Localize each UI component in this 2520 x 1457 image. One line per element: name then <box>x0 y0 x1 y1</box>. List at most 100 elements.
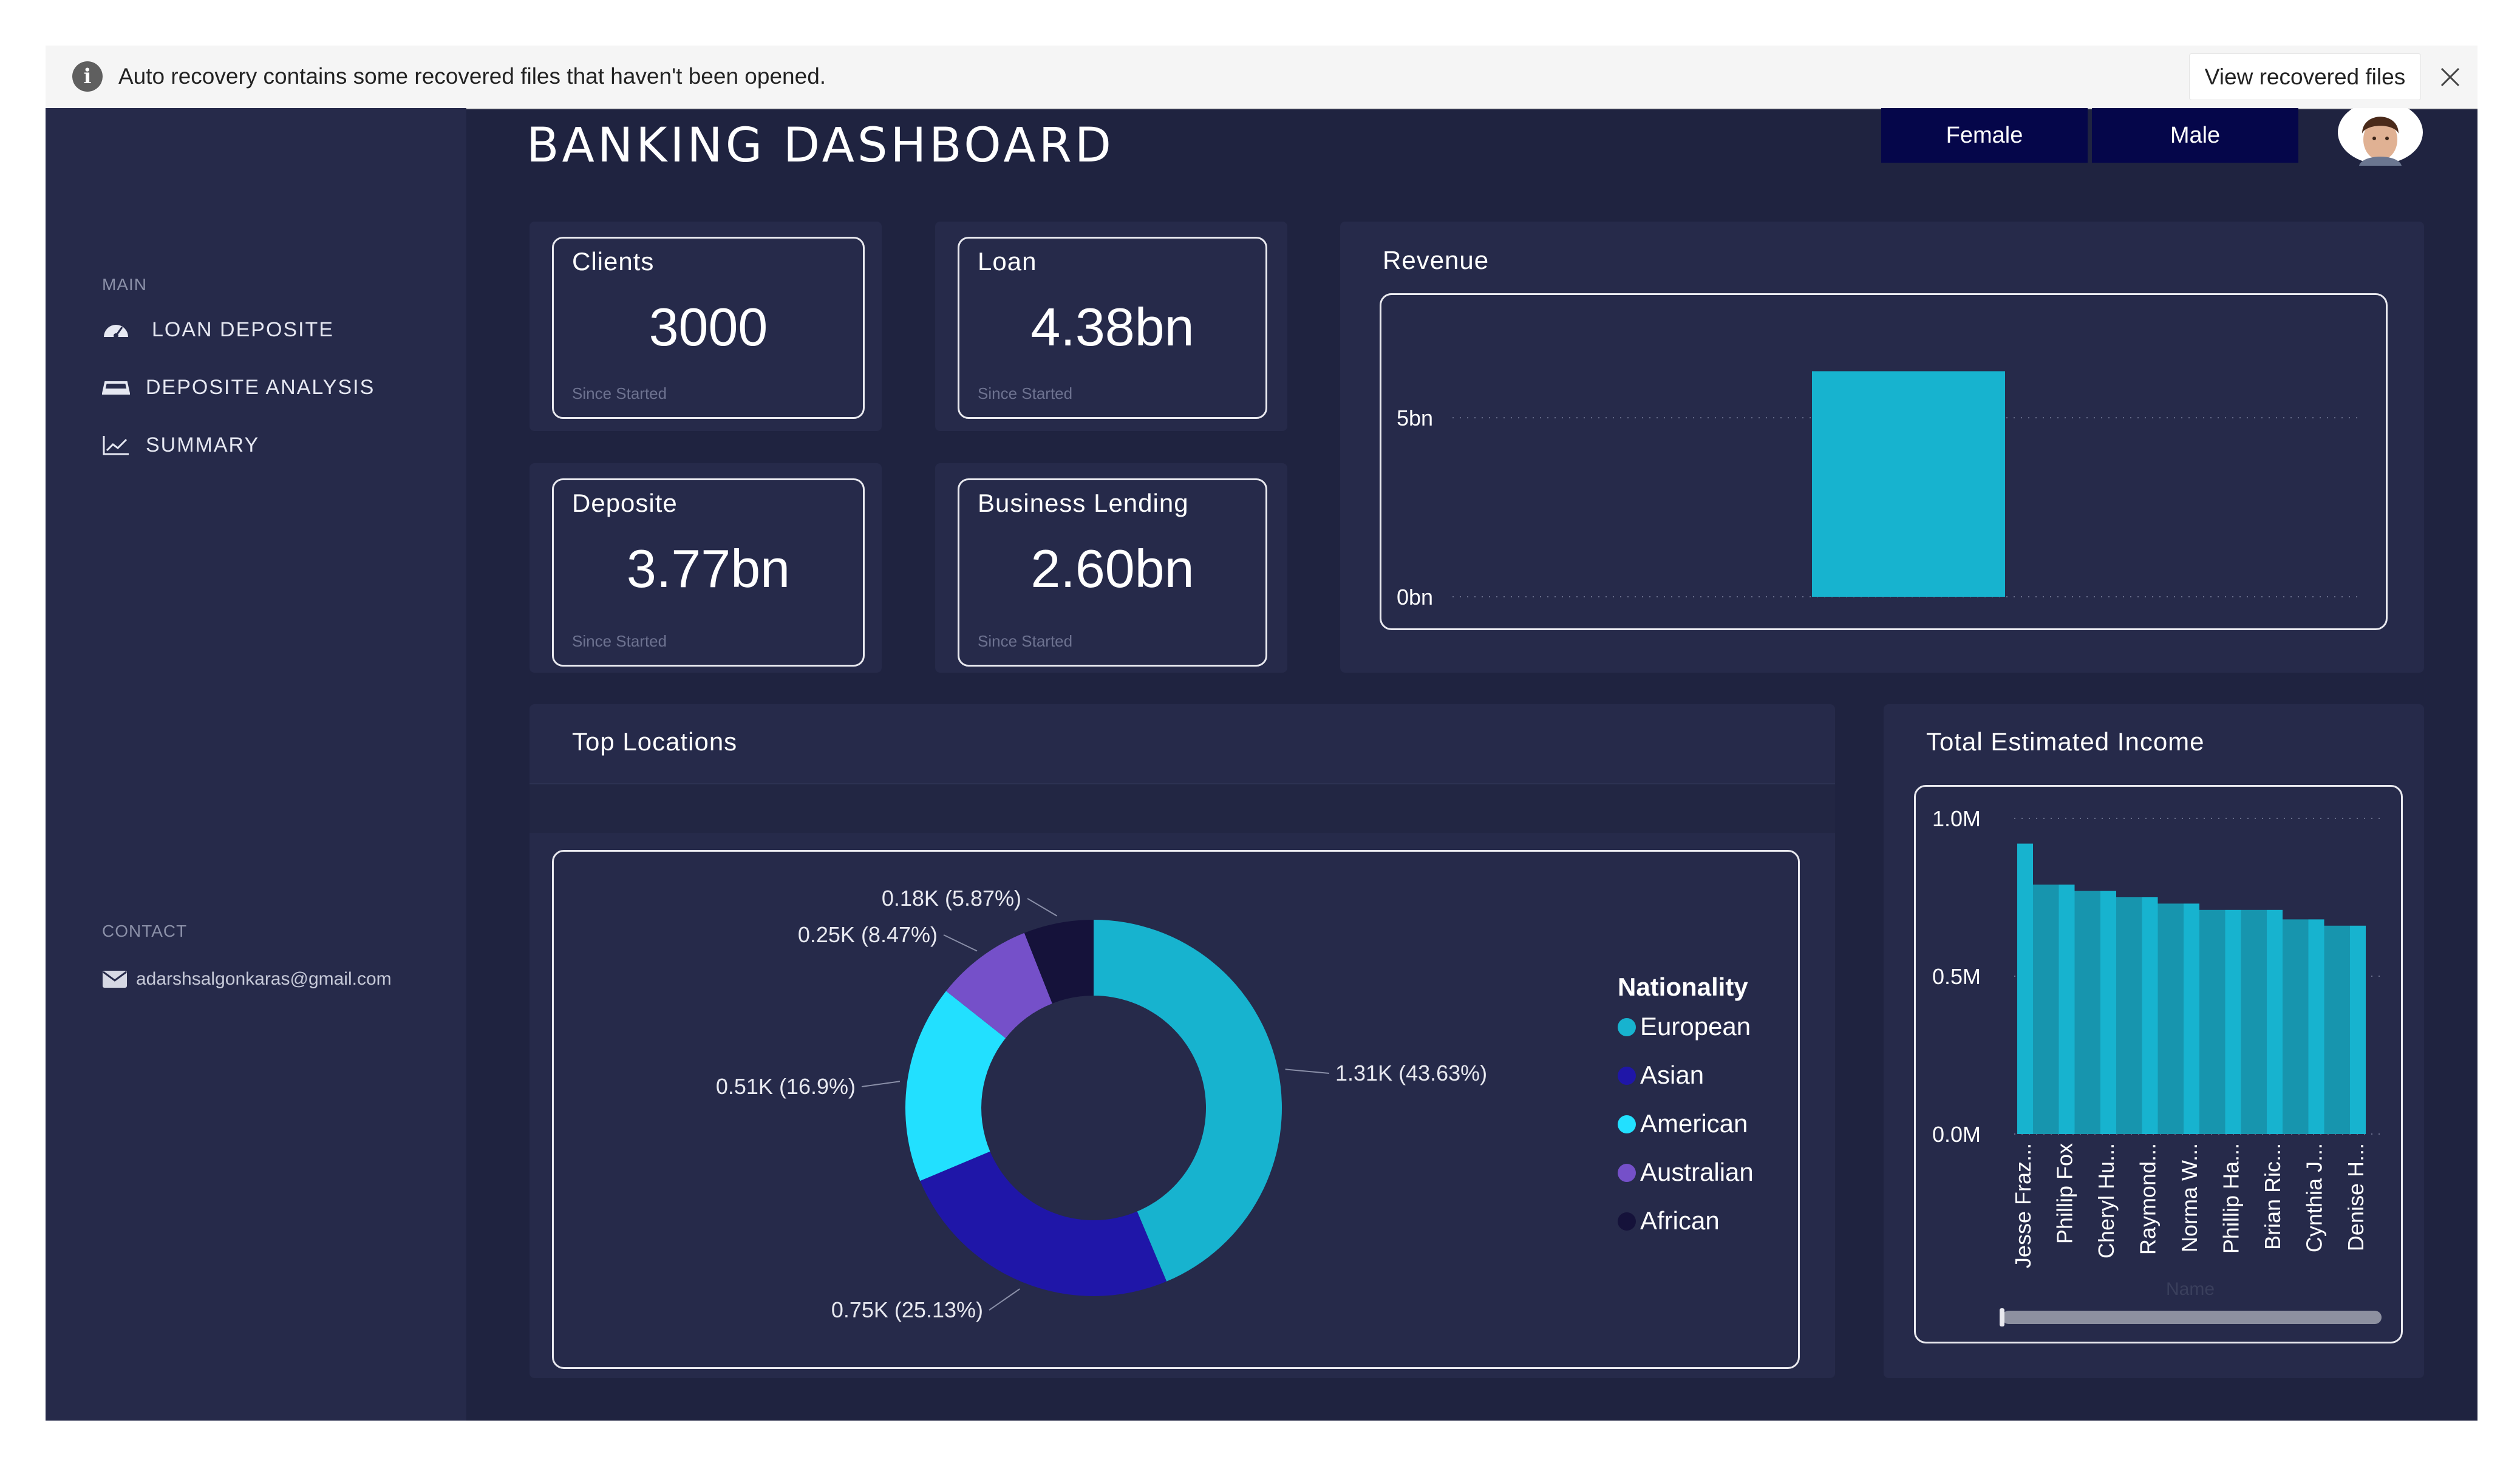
contact-email-text: adarshsalgonkaras@gmail.com <box>136 969 392 989</box>
legend-marker <box>1618 1067 1636 1085</box>
data-label-leader <box>1285 1068 1330 1074</box>
kpi-label: Clients <box>572 247 655 276</box>
notification-message: Auto recovery contains some recovered fi… <box>118 64 826 89</box>
horizontal-scrollbar[interactable] <box>2002 1311 2382 1324</box>
donut-data-label: 0.51K (16.9%) <box>716 1074 856 1099</box>
y-tick-label: 0.0M <box>1932 1122 1981 1147</box>
sidebar-contact-heading: CONTACT <box>102 922 188 940</box>
kpi-label: Loan <box>978 247 1037 276</box>
dashboard-gauge-icon <box>104 325 128 338</box>
revenue-chart: 0bn 5bn <box>1380 293 2388 630</box>
kpi-subtitle: Since Started <box>572 384 667 402</box>
filter-male-button[interactable]: Male <box>2092 108 2298 163</box>
kpi-subtitle: Since Started <box>572 632 667 650</box>
data-label-leader <box>1027 898 1058 917</box>
x-tick-label: Raymond... <box>2136 1143 2161 1255</box>
total-income-chart: 0.0M 0.5M 1.0M Jesse Fraz... Phillip Fox Cher… <box>1914 785 2403 1343</box>
donut-data-label: 0.18K (5.87%) <box>882 886 1021 911</box>
x-axis-title: Name <box>2166 1279 2215 1299</box>
revenue-panel: Revenue 0bn 5bn <box>1340 222 2424 673</box>
page-title: BANKING DASHBOARD <box>526 118 1114 173</box>
x-tick-label: Brian Ric... <box>2260 1143 2285 1250</box>
kpi-card-frame: Clients 3000 Since Started <box>552 237 865 419</box>
inbox-tray-icon <box>102 381 130 395</box>
app-window: i Auto recovery contains some recovered … <box>46 46 2477 1421</box>
income-area-fill <box>2199 909 2225 1134</box>
kpi-card-frame: Deposite 3.77bn Since Started <box>552 478 865 667</box>
income-bar[interactable] <box>2142 897 2158 1134</box>
contact-email[interactable]: adarshsalgonkaras@gmail.com <box>102 969 392 990</box>
income-bar[interactable] <box>2350 925 2366 1134</box>
income-bar[interactable] <box>2059 885 2075 1134</box>
legend-marker <box>1618 1212 1636 1231</box>
view-recovered-files-button[interactable]: View recovered files <box>2189 53 2421 100</box>
donut-data-label: 0.25K (8.47%) <box>798 922 938 947</box>
x-tick-label: Norma W... <box>2177 1143 2202 1252</box>
legend-item-african[interactable]: African <box>1640 1206 1720 1235</box>
total-income-title: Total Estimated Income <box>1926 727 2205 756</box>
sidebar-item-label: SUMMARY <box>146 433 260 457</box>
kpi-card-business-lending: Business Lending 2.60bn Since Started <box>935 463 1287 673</box>
donut-data-label: 0.75K (25.13%) <box>831 1297 983 1322</box>
income-area-fill <box>2324 925 2350 1134</box>
legend-item-european[interactable]: European <box>1640 1012 1751 1041</box>
y-tick-label: 1.0M <box>1932 806 1981 831</box>
data-label-leader <box>861 1081 901 1087</box>
y-tick-label: 5bn <box>1397 406 1433 430</box>
kpi-value: 3.77bn <box>626 538 791 599</box>
avatar[interactable] <box>2335 108 2426 166</box>
revenue-title: Revenue <box>1383 246 1490 274</box>
income-area-fill <box>2116 897 2142 1134</box>
top-locations-header-strip <box>530 783 1835 833</box>
total-income-panel: Total Estimated Income 0.0M 0.5M 1.0M Jesse… <box>1884 704 2424 1378</box>
income-bar[interactable] <box>2308 919 2324 1134</box>
info-icon: i <box>72 61 103 92</box>
filter-female-button[interactable]: Female <box>1881 108 2088 163</box>
data-label-leader <box>989 1288 1020 1311</box>
top-locations-title: Top Locations <box>572 727 738 756</box>
donut-slice-asian[interactable] <box>920 1151 1167 1296</box>
x-tick-label: Cynthia J... <box>2302 1143 2327 1252</box>
sidebar-item-loan-deposite[interactable]: LOAN DEPOSITE <box>102 314 334 345</box>
income-area-fill <box>2074 891 2100 1134</box>
income-bar[interactable] <box>2184 903 2199 1134</box>
kpi-card-loan: Loan 4.38bn Since Started <box>935 222 1287 431</box>
scrollbar-handle[interactable] <box>2000 1308 2004 1326</box>
sidebar-item-label: LOAN DEPOSITE <box>152 318 334 341</box>
income-bar[interactable] <box>2017 843 2033 1134</box>
sidebar-main-heading: MAIN <box>102 275 147 294</box>
sidebar-item-label: DEPOSITE ANALYSIS <box>146 375 375 399</box>
income-bar[interactable] <box>2100 891 2116 1134</box>
legend-marker <box>1618 1018 1636 1036</box>
legend-item-american[interactable]: American <box>1640 1109 1748 1138</box>
sidebar-item-deposite-analysis[interactable]: DEPOSITE ANALYSIS <box>102 372 375 402</box>
legend-marker <box>1618 1164 1636 1182</box>
y-tick-label: 0bn <box>1397 585 1433 610</box>
x-tick-label: Phillip Fox <box>2052 1143 2077 1244</box>
kpi-value: 2.60bn <box>1030 538 1194 599</box>
top-locations-donut-chart: 1.31K (43.63%) 0.75K (25.13%) 0.51K (16.9%… <box>552 850 1800 1369</box>
kpi-value: 3000 <box>649 297 768 357</box>
kpi-card-frame: Loan 4.38bn Since Started <box>958 237 1267 419</box>
revenue-bar[interactable] <box>1812 371 2005 597</box>
x-tick-label: Cheryl Hu... <box>2094 1143 2119 1258</box>
kpi-label: Deposite <box>572 489 678 517</box>
kpi-subtitle: Since Started <box>978 632 1073 650</box>
legend-title: Nationality <box>1618 973 1748 1001</box>
income-bar[interactable] <box>2267 909 2283 1134</box>
x-tick-label: Denise H... <box>2343 1143 2368 1251</box>
legend-item-asian[interactable]: Asian <box>1640 1061 1704 1089</box>
close-icon[interactable] <box>2438 65 2462 89</box>
income-area-fill <box>2241 909 2267 1134</box>
kpi-subtitle: Since Started <box>978 384 1073 402</box>
legend-item-australian[interactable]: Australian <box>1640 1158 1754 1186</box>
legend-marker <box>1618 1115 1636 1133</box>
kpi-card-deposite: Deposite 3.77bn Since Started <box>530 463 882 673</box>
y-tick-label: 0.5M <box>1932 964 1981 989</box>
kpi-label: Business Lending <box>978 489 1189 517</box>
x-tick-label: Jesse Fraz... <box>2011 1143 2035 1268</box>
kpi-card-clients: Clients 3000 Since Started <box>530 222 882 431</box>
top-locations-panel: Top Locations 1.31K (43.63%) 0.75K (25.13… <box>530 704 1835 1378</box>
sidebar-item-summary[interactable]: SUMMARY <box>102 430 259 460</box>
income-bar[interactable] <box>2225 909 2241 1134</box>
